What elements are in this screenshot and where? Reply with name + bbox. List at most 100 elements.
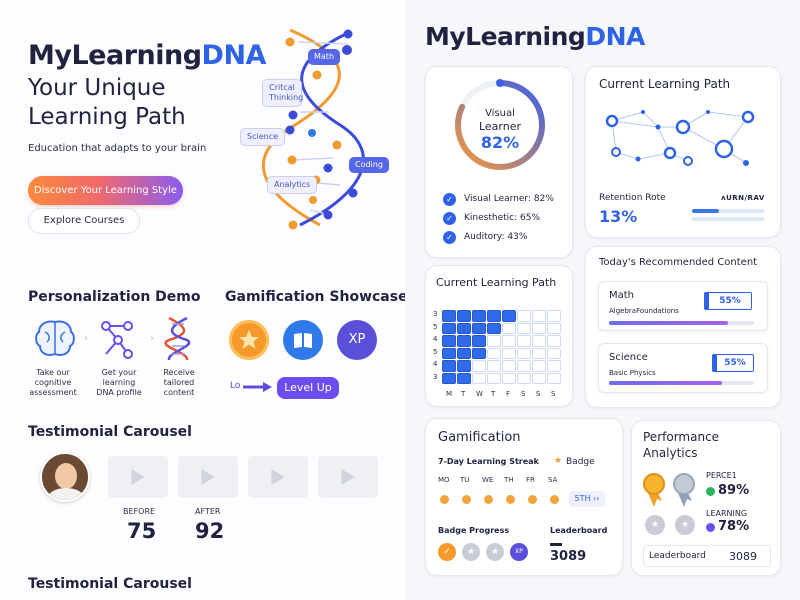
metric1-label: PERCE1 [706, 471, 737, 480]
before-value: 75 [127, 519, 157, 543]
heatmap-cell [442, 360, 456, 372]
streak-day-dot [440, 495, 449, 504]
heatmap-x-label: S [521, 390, 526, 398]
heatmap-cell [472, 360, 486, 372]
heatmap-cell [547, 360, 561, 372]
performance-leaderboard-row[interactable]: Leaderboard 3089 [643, 545, 771, 567]
video-thumbnail[interactable] [248, 456, 308, 498]
hero-title-line1: Your Unique [28, 75, 166, 101]
dna-label-math: Math [308, 49, 341, 65]
badge-progress-label: Badge Progress [438, 526, 510, 535]
heatmap-cell [472, 372, 486, 384]
brand-part1: MyLearning [28, 40, 202, 71]
badge-star-icon: ★ [554, 456, 563, 466]
performance-leaderboard-label: Leaderboard [649, 551, 706, 561]
video-thumbnail[interactable] [108, 456, 168, 498]
dna-label-coding: Coding [349, 157, 389, 173]
recommended-item-progress [609, 381, 754, 385]
brand-part1: MyLearning [425, 22, 586, 51]
dna-label-analytics: Analytics [267, 176, 318, 194]
marketing-panel: MyLearningDNA Your Unique Learning Path … [0, 0, 408, 600]
silver-medal-icon [673, 473, 695, 507]
profile-item-auditory: Auditory: 43% [464, 232, 528, 242]
heatmap-cell [547, 347, 561, 359]
network-icon [101, 321, 133, 359]
check-icon: ✓ [443, 212, 456, 225]
heatmap-cell [472, 322, 486, 334]
arrow-right-icon [243, 382, 272, 392]
personalization-title: Personalization Demo [28, 289, 201, 305]
after-label: AFTER [195, 507, 221, 516]
gamification-card: Gamification 7-Day Learning Streak ★ Bad… [425, 418, 623, 576]
dna-label-science: Science [240, 128, 286, 146]
streak-day-label: MO [438, 476, 450, 484]
discover-style-button[interactable]: Discover Your Learning Style [28, 176, 183, 205]
xp-badge-icon[interactable]: XP [337, 320, 377, 360]
performance-analytics-card: Performance Analytics PERCE1 89% ★ ★ LEA… [631, 420, 781, 576]
recommended-item-title: Science [609, 352, 648, 363]
learning-path-network-card: Current Learning Path Retention Rote 13%… [585, 66, 781, 238]
profile-title-line2: Learner [478, 120, 522, 133]
heatmap-cell [442, 322, 456, 334]
heatmap-cell [487, 335, 501, 347]
recommended-item-math[interactable]: Math AlgebraFoundations 55% [598, 281, 768, 331]
heatmap-cell [457, 360, 471, 372]
play-icon [341, 469, 355, 485]
heatmap-cell [532, 360, 546, 372]
streak-next-button[interactable]: 5TH ›› [569, 491, 605, 507]
star-badge-icon[interactable] [229, 320, 269, 360]
streak-day-label: SA [548, 476, 558, 484]
heatmap-cell [442, 347, 456, 359]
heatmap-y-label: 4 [433, 335, 438, 343]
heatmap-cell [502, 310, 516, 322]
dna-label-critical-thinking: Critcal Thinking [262, 79, 303, 107]
heatmap-cell [532, 347, 546, 359]
recommended-item-percent: 55% [704, 292, 752, 310]
recommended-item-science[interactable]: Science Basic Physics 55% [598, 343, 768, 393]
streak-day-dot [484, 495, 493, 504]
heatmap-x-label: S [551, 390, 556, 398]
streak-day-dot [462, 495, 471, 504]
dna-icon [164, 316, 191, 361]
level-up-button[interactable]: Level Up [277, 377, 339, 399]
retention-track [692, 217, 764, 221]
star-badge-icon: ★ [675, 515, 695, 535]
dashboard-brand-logo[interactable]: MyLearningDNA [425, 22, 645, 51]
after-value: 92 [195, 519, 225, 543]
hero-subtitle: Education that adapts to your brain [28, 143, 207, 154]
gamification-leaderboard-label: Leaderboard [550, 526, 608, 535]
heatmap-cell [442, 310, 456, 322]
explore-courses-button[interactable]: Explore Courses [28, 208, 140, 234]
profile-item-visual: Visual Learner: 82% [464, 194, 554, 204]
video-thumbnail[interactable] [178, 456, 238, 498]
recommended-item-progress [609, 321, 754, 325]
recommended-item-subtitle: Basic Physics [609, 369, 656, 377]
heatmap-cell [472, 335, 486, 347]
streak-day-label: FR [526, 476, 535, 484]
heatmap-cell [502, 347, 516, 359]
step-arrow-icon: › [84, 333, 88, 344]
video-thumbnail[interactable] [318, 456, 378, 498]
heatmap-cell [547, 322, 561, 334]
check-badge-icon: ✓ [438, 543, 456, 561]
metric2-label: LEARNING [706, 509, 748, 518]
book-badge-icon[interactable] [283, 320, 323, 360]
heatmap-x-label: M [446, 390, 453, 398]
check-icon: ✓ [443, 193, 456, 206]
heatmap-cell [532, 322, 546, 334]
leaderboard-bar-icon [550, 543, 562, 546]
learning-path-heatmap-card: Current Learning Path 354543MTWTFSSS [425, 265, 573, 407]
heatmap-cell [532, 310, 546, 322]
recommended-item-subtitle: AlgebraFoundations [609, 307, 679, 315]
heatmap-cell [502, 335, 516, 347]
heatmap-x-label: F [506, 390, 511, 398]
play-icon [201, 469, 215, 485]
heatmap-y-label: 3 [433, 372, 438, 381]
heatmap-cell [517, 360, 531, 372]
heatmap-cell [532, 372, 546, 384]
streak-day-dot [528, 495, 537, 504]
level-prefix: Lo [230, 381, 241, 391]
heatmap-cell [487, 347, 501, 359]
heatmap-cell [532, 335, 546, 347]
heatmap-x-label: W [476, 390, 483, 398]
